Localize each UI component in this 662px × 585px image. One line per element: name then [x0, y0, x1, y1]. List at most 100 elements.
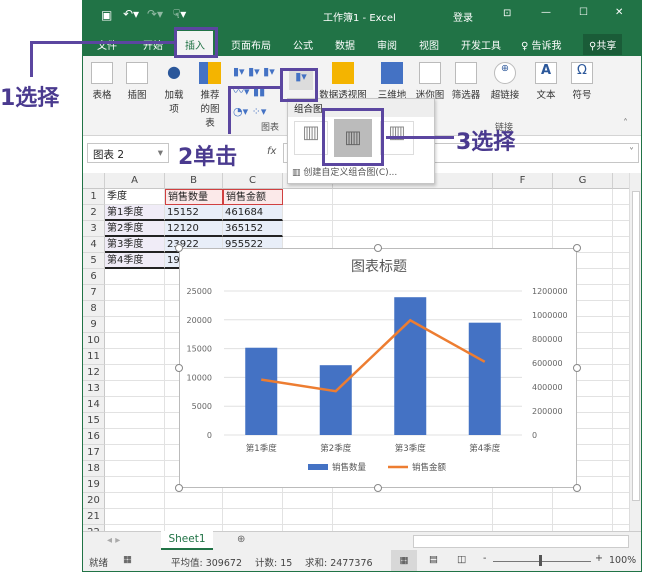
row-header[interactable]: 20 — [83, 493, 105, 509]
close-icon[interactable]: ✕ — [615, 7, 623, 18]
column-header[interactable]: F — [493, 173, 553, 189]
column-header[interactable]: G — [553, 173, 613, 189]
prev-sheet-icon[interactable]: ◂ ▸ — [107, 535, 120, 546]
redo-icon[interactable]: ↷▾ — [147, 7, 163, 21]
cell[interactable] — [283, 205, 333, 221]
login-link[interactable]: 登录 — [453, 9, 473, 24]
cell[interactable] — [333, 221, 493, 237]
row-header[interactable]: 15 — [83, 413, 105, 429]
cell[interactable] — [283, 189, 333, 205]
column-header[interactable]: C — [223, 173, 283, 189]
cell[interactable] — [223, 493, 283, 509]
pivotchart-button[interactable]: 数据透视图 — [317, 62, 369, 101]
cell[interactable] — [105, 477, 165, 493]
cell[interactable] — [105, 509, 165, 525]
macro-record-icon[interactable]: ▦ — [123, 554, 132, 565]
cell[interactable] — [105, 317, 165, 333]
undo-icon[interactable]: ↶▾ — [123, 7, 139, 21]
cell[interactable] — [105, 493, 165, 509]
cell[interactable] — [283, 221, 333, 237]
cell[interactable] — [493, 205, 553, 221]
resize-handle[interactable] — [175, 484, 183, 492]
collapse-ribbon-icon[interactable]: ˄ — [623, 118, 628, 129]
row-header[interactable]: 6 — [83, 269, 105, 285]
illustration-button[interactable]: 插图 — [123, 62, 151, 101]
cell[interactable] — [105, 413, 165, 429]
name-box[interactable]: 图表 2 ▾ — [87, 143, 169, 163]
row-header[interactable]: 19 — [83, 477, 105, 493]
horizontal-scrollbar[interactable] — [413, 535, 629, 548]
resize-handle[interactable] — [175, 244, 183, 252]
row-header[interactable]: 3 — [83, 221, 105, 237]
row-header[interactable]: 5 — [83, 253, 105, 269]
cell[interactable] — [553, 205, 613, 221]
cell[interactable] — [493, 493, 553, 509]
cell[interactable]: 461684 — [223, 205, 283, 221]
resize-handle[interactable] — [374, 484, 382, 492]
page-break-view-icon[interactable]: ◫ — [457, 554, 466, 565]
cell[interactable]: 销售金额 — [223, 189, 283, 205]
cell[interactable] — [105, 285, 165, 301]
row-header[interactable]: 7 — [83, 285, 105, 301]
resize-handle[interactable] — [175, 364, 183, 372]
create-custom-combo-item[interactable]: ▥ 创建自定义组合图(C)... — [292, 165, 397, 178]
cell[interactable] — [333, 493, 493, 509]
expand-formula-icon[interactable]: ˅ — [629, 147, 634, 158]
zoom-level[interactable]: 100% — [609, 555, 636, 566]
row-header[interactable]: 1 — [83, 189, 105, 205]
cell[interactable]: 销售数量 — [165, 189, 223, 205]
cell[interactable] — [283, 509, 333, 525]
row-header[interactable]: 8 — [83, 301, 105, 317]
cell[interactable] — [105, 445, 165, 461]
row-header[interactable]: 12 — [83, 365, 105, 381]
row-header[interactable]: 17 — [83, 445, 105, 461]
column-header[interactable]: A — [105, 173, 165, 189]
cell[interactable]: 第1季度 — [105, 205, 165, 221]
cell[interactable] — [105, 397, 165, 413]
cell[interactable] — [105, 333, 165, 349]
cell[interactable] — [223, 509, 283, 525]
cell[interactable]: 365152 — [223, 221, 283, 237]
symbol-button[interactable]: Ω 符号 — [567, 62, 597, 101]
sparkline-button[interactable]: 迷你图 — [413, 62, 447, 101]
cell[interactable] — [553, 221, 613, 237]
scrollbar-thumb[interactable] — [632, 191, 640, 501]
tab-developer[interactable]: 开发工具 — [461, 37, 501, 52]
tab-review[interactable]: 审阅 — [377, 37, 397, 52]
cell[interactable]: 第2季度 — [105, 221, 165, 237]
column-header[interactable]: B — [165, 173, 223, 189]
cell[interactable] — [493, 221, 553, 237]
tab-page-layout[interactable]: 页面布局 — [231, 37, 271, 52]
resize-handle[interactable] — [573, 484, 581, 492]
tab-home[interactable]: 开始 — [143, 37, 163, 52]
maximize-icon[interactable]: ☐ — [579, 7, 588, 18]
resize-handle[interactable] — [573, 364, 581, 372]
row-header[interactable]: 18 — [83, 461, 105, 477]
tab-file[interactable]: 文件 — [97, 37, 117, 52]
cell[interactable] — [553, 189, 613, 205]
cell[interactable] — [333, 189, 493, 205]
cell[interactable] — [165, 509, 223, 525]
resize-handle[interactable] — [374, 244, 382, 252]
text-button[interactable]: A 文本 — [531, 62, 561, 101]
tab-data[interactable]: 数据 — [335, 37, 355, 52]
row-header[interactable]: 16 — [83, 429, 105, 445]
row-header[interactable]: 9 — [83, 317, 105, 333]
table-button[interactable]: 表格 — [89, 62, 115, 101]
row-header[interactable]: 21 — [83, 509, 105, 525]
sheet-tab-sheet1[interactable]: Sheet1 — [161, 531, 213, 550]
row-header[interactable]: 4 — [83, 237, 105, 253]
row-header[interactable]: 14 — [83, 397, 105, 413]
cell[interactable] — [105, 301, 165, 317]
cell[interactable]: 第4季度 — [105, 253, 165, 269]
tell-me[interactable]: ♀ 告诉我 — [521, 37, 562, 52]
cell[interactable] — [105, 429, 165, 445]
combo-chart[interactable]: 图表标题 0 5000 10000 15000 20000 25000 0 200000 4000… — [175, 244, 581, 492]
vertical-scrollbar[interactable] — [629, 173, 641, 531]
add-sheet-icon[interactable]: ⊕ — [237, 534, 245, 545]
minimize-icon[interactable]: — — [541, 7, 551, 18]
cell[interactable]: 季度 — [105, 189, 165, 205]
cell[interactable] — [105, 269, 165, 285]
row-header[interactable]: 10 — [83, 333, 105, 349]
cell[interactable] — [493, 509, 553, 525]
